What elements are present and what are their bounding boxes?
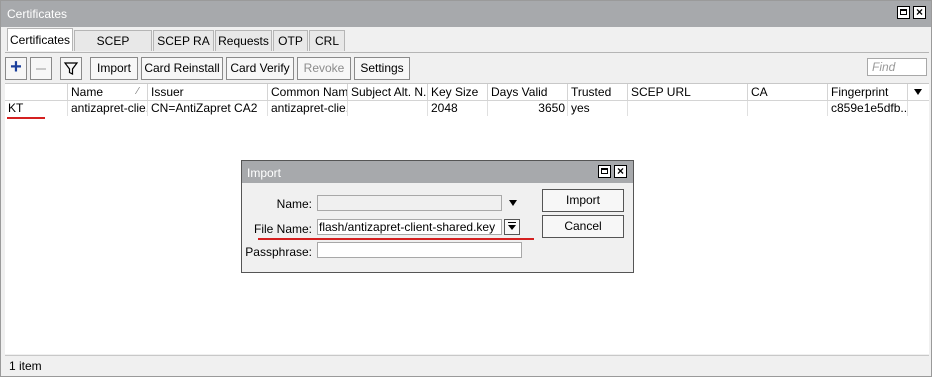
import-button[interactable]: Import bbox=[90, 57, 138, 80]
cell-scep-url bbox=[628, 101, 748, 116]
file-dropdown-icon bbox=[508, 225, 516, 230]
column-issuer[interactable]: Issuer bbox=[148, 84, 268, 100]
window-title: Certificates bbox=[7, 7, 68, 21]
dialog-import-button[interactable]: Import bbox=[542, 189, 624, 212]
name-field[interactable] bbox=[317, 195, 502, 211]
tab-scep-servers[interactable]: SCEP Servers bbox=[74, 30, 152, 68]
card-reinstall-button[interactable]: Card Reinstall bbox=[141, 57, 223, 80]
cell-name: antizapret-clie... bbox=[68, 101, 148, 116]
cell-ca bbox=[748, 101, 828, 116]
tab-certificates[interactable]: Certificates bbox=[7, 28, 73, 51]
file-name-field[interactable]: flash/antizapret-client-shared.key bbox=[317, 219, 502, 235]
status-bar: 1 item bbox=[5, 355, 929, 374]
dialog-maximize-icon[interactable] bbox=[598, 165, 611, 178]
column-key-size[interactable]: Key Size bbox=[428, 84, 488, 100]
tab-scep-ra[interactable]: SCEP RA bbox=[153, 30, 214, 51]
name-label: Name: bbox=[276, 197, 312, 211]
toolbar: + Import Card Reinstall Card Verify Revo… bbox=[5, 57, 929, 81]
card-verify-button[interactable]: Card Verify bbox=[226, 57, 294, 80]
window-titlebar[interactable]: Certificates × bbox=[1, 1, 931, 27]
cell-days-valid: 3650 bbox=[488, 101, 568, 116]
add-icon[interactable]: + bbox=[5, 57, 27, 80]
close-icon[interactable]: × bbox=[913, 6, 926, 19]
column-ca[interactable]: CA bbox=[748, 84, 828, 100]
cell-fingerprint: c859e1e5dfb... bbox=[828, 101, 908, 116]
column-flags[interactable] bbox=[5, 84, 68, 100]
tab-requests[interactable]: Requests bbox=[215, 30, 272, 51]
column-scep-url[interactable]: SCEP URL bbox=[628, 84, 748, 100]
dropdown-arrow-icon bbox=[914, 89, 922, 95]
passphrase-field[interactable] bbox=[317, 242, 522, 258]
settings-button[interactable]: Settings bbox=[354, 57, 410, 80]
cell-flags: KT bbox=[5, 101, 68, 116]
table-header: Name ⁄ Issuer Common Name Subject Alt. N… bbox=[5, 84, 929, 101]
cell-key-size: 2048 bbox=[428, 101, 488, 116]
annotation-underline bbox=[7, 117, 45, 119]
passphrase-label: Passphrase: bbox=[245, 245, 312, 259]
filter-icon[interactable] bbox=[60, 57, 82, 80]
cell-subject-alt bbox=[348, 101, 428, 116]
tab-crl[interactable]: CRL bbox=[309, 30, 345, 51]
column-common-name[interactable]: Common Name bbox=[268, 84, 348, 100]
column-trusted[interactable]: Trusted bbox=[568, 84, 628, 100]
dialog-close-icon[interactable]: × bbox=[614, 165, 627, 178]
sort-icon: ⁄ bbox=[137, 86, 139, 97]
cell-common-name: antizapret-clie... bbox=[268, 101, 348, 116]
cell-trusted: yes bbox=[568, 101, 628, 116]
find-input[interactable]: Find bbox=[867, 58, 927, 76]
dialog-title: Import bbox=[247, 166, 282, 180]
columns-menu[interactable] bbox=[908, 84, 929, 100]
certificates-window: Certificates × Certificates SCEP Servers… bbox=[0, 0, 932, 377]
table-row[interactable]: KT antizapret-clie... CN=AntiZapret CA2 … bbox=[5, 101, 929, 116]
column-name[interactable]: Name ⁄ bbox=[68, 84, 148, 100]
item-count: 1 item bbox=[9, 359, 42, 373]
dialog-cancel-button[interactable]: Cancel bbox=[542, 215, 624, 238]
dialog-titlebar[interactable]: Import × bbox=[242, 161, 633, 183]
column-fingerprint[interactable]: Fingerprint bbox=[828, 84, 908, 100]
annotation-underline-file bbox=[258, 238, 534, 240]
cell-issuer: CN=AntiZapret CA2 bbox=[148, 101, 268, 116]
tab-otp[interactable]: OTP bbox=[273, 30, 308, 51]
revoke-button[interactable]: Revoke bbox=[297, 57, 351, 80]
file-dropdown-button[interactable] bbox=[504, 219, 520, 235]
column-subject-alt[interactable]: Subject Alt. N... bbox=[348, 84, 428, 100]
remove-icon[interactable] bbox=[30, 57, 52, 80]
file-name-label: File Name: bbox=[253, 222, 312, 236]
name-dropdown-icon[interactable] bbox=[509, 200, 517, 206]
column-days-valid[interactable]: Days Valid bbox=[488, 84, 568, 100]
import-dialog: Import × Name: File Name: flash/antizapr… bbox=[241, 160, 634, 273]
maximize-icon[interactable] bbox=[897, 6, 910, 19]
